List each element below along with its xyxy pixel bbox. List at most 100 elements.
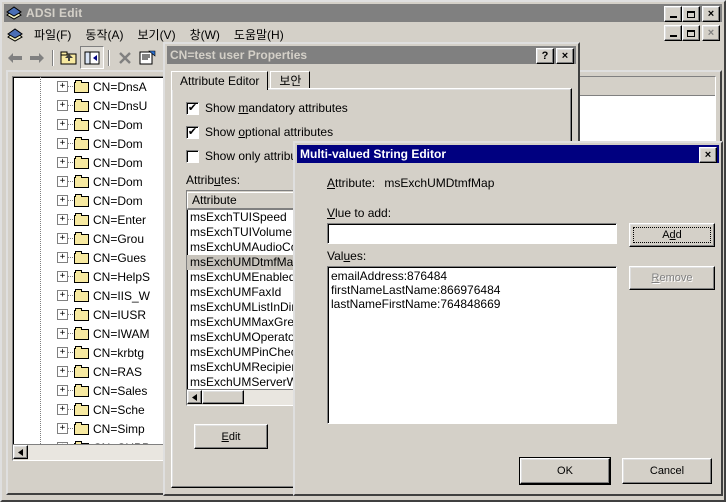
tree-item-label: CN=DnsA bbox=[93, 79, 147, 94]
tree-item[interactable]: + CN=krbtg bbox=[13, 343, 173, 362]
attribute-row[interactable]: msExchUMListInDire.. bbox=[187, 300, 307, 315]
folder-icon bbox=[74, 175, 90, 188]
tree-item[interactable]: + CN=Enter bbox=[13, 210, 173, 229]
attribute-row[interactable]: msExchUMDtmfMap bbox=[187, 255, 307, 270]
remove-button[interactable]: Remove bbox=[629, 266, 715, 290]
tree-line bbox=[68, 85, 73, 88]
tree-item[interactable]: + CN=IUSR bbox=[13, 305, 173, 324]
value-item[interactable]: emailAddress:876484 bbox=[331, 269, 613, 283]
attributes-scroll-thumb[interactable] bbox=[202, 390, 244, 404]
tree-item[interactable]: + CN=Sales bbox=[13, 381, 173, 400]
tree-item[interactable]: + CN=Dom bbox=[13, 115, 173, 134]
tree-expander-icon[interactable]: + bbox=[57, 385, 68, 396]
tree-expander-icon[interactable]: + bbox=[57, 138, 68, 149]
attribute-row[interactable]: msExchTUISpeed bbox=[187, 210, 307, 225]
tree-expander-icon[interactable]: + bbox=[57, 328, 68, 339]
tree-item[interactable]: + CN=Dom bbox=[13, 172, 173, 191]
attribute-row[interactable]: msExchUMAudioCode bbox=[187, 240, 307, 255]
tree-expander-icon[interactable]: + bbox=[57, 176, 68, 187]
mdi-minimize-button[interactable] bbox=[664, 25, 682, 41]
tree-expander-icon[interactable]: + bbox=[57, 119, 68, 130]
tree-item[interactable]: + CN=IWAM bbox=[13, 324, 173, 343]
tab-attribute-editor[interactable]: Attribute Editor bbox=[171, 71, 269, 90]
value-item[interactable]: firstNameLastName:866976484 bbox=[331, 283, 613, 297]
tree-item[interactable]: + CN=Sche bbox=[13, 400, 173, 419]
value-item[interactable]: lastNameFirstName:764848669 bbox=[331, 297, 613, 311]
checkbox-show-mandatory-attributes[interactable]: ✔ Show mandatory attributes bbox=[186, 101, 348, 115]
attribute-row[interactable]: msExchUMPinCheck. bbox=[187, 345, 307, 360]
values-listbox[interactable]: emailAddress:876484 firstNameLastName:866… bbox=[327, 266, 617, 424]
tree-expander-icon[interactable]: + bbox=[57, 271, 68, 282]
attributes-scroll-left-button[interactable] bbox=[187, 390, 202, 404]
tree-item[interactable]: + CN=Dom bbox=[13, 191, 173, 210]
attributes-listview[interactable]: Attribute msExchTUISpeed msExchTUIVolume m… bbox=[186, 190, 308, 406]
tree-expander-icon[interactable]: + bbox=[57, 290, 68, 301]
mdi-restore-button[interactable] bbox=[682, 25, 700, 41]
checkbox-optional-box[interactable]: ✔ bbox=[186, 125, 199, 139]
tree-expander-icon[interactable]: + bbox=[57, 81, 68, 92]
tree-scroll-left-button[interactable] bbox=[13, 445, 28, 459]
tree-expander-icon[interactable]: + bbox=[57, 214, 68, 225]
checkbox-mandatory-box[interactable]: ✔ bbox=[186, 101, 199, 115]
tree-item[interactable]: + CN=DnsU bbox=[13, 96, 173, 115]
delete-icon[interactable] bbox=[114, 47, 136, 68]
value-to-add-input[interactable] bbox=[327, 223, 617, 244]
tree-item[interactable]: + CN=DnsA bbox=[13, 77, 173, 96]
tree-expander-icon[interactable]: + bbox=[57, 233, 68, 244]
app-maximize-button[interactable] bbox=[682, 6, 700, 22]
attributes-horizontal-scrollbar[interactable] bbox=[187, 389, 307, 405]
add-button[interactable]: Add bbox=[629, 223, 715, 247]
attribute-row[interactable]: msExchUMMaxGreeti bbox=[187, 315, 307, 330]
properties-titlebar[interactable]: CN=test user Properties ? × bbox=[167, 46, 576, 64]
properties-icon[interactable] bbox=[136, 47, 158, 68]
tree-expander-icon[interactable]: + bbox=[57, 252, 68, 263]
checkbox-only-box[interactable] bbox=[186, 149, 199, 163]
tree-item[interactable]: + CN=RAS bbox=[13, 362, 173, 381]
properties-close-button[interactable]: × bbox=[556, 48, 574, 64]
cancel-button[interactable]: Cancel bbox=[622, 458, 712, 484]
tree-item[interactable]: + CN=Simp bbox=[13, 419, 173, 438]
attribute-row[interactable]: msExchTUIVolume bbox=[187, 225, 307, 240]
attribute-row[interactable]: msExchUMFaxId bbox=[187, 285, 307, 300]
attribute-row[interactable]: msExchUMEnabledFl. bbox=[187, 270, 307, 285]
tree-item[interactable]: + CN=Dom bbox=[13, 134, 173, 153]
tree-horizontal-scrollbar[interactable] bbox=[13, 444, 173, 460]
value-to-add-textbox[interactable] bbox=[328, 224, 616, 243]
tree-item[interactable]: + CN=Dom bbox=[13, 153, 173, 172]
attributes-column-header[interactable]: Attribute bbox=[187, 191, 307, 209]
back-icon[interactable] bbox=[4, 47, 26, 68]
menu-item-action[interactable]: 동작(A) bbox=[78, 24, 130, 45]
tree-expander-icon[interactable]: + bbox=[57, 309, 68, 320]
tree-pane[interactable]: + CN=DnsA + CN=DnsU + CN=Dom + CN=Dom + CN=Dom + CN… bbox=[12, 76, 174, 461]
tree-expander-icon[interactable]: + bbox=[57, 347, 68, 358]
menu-item-file[interactable]: 파일(F) bbox=[27, 24, 78, 45]
ok-button[interactable]: OK bbox=[520, 458, 610, 484]
checkbox-show-optional-attributes[interactable]: ✔ Show optional attributes bbox=[186, 125, 333, 139]
tree-expander-icon[interactable]: + bbox=[57, 366, 68, 377]
tab-security[interactable]: 보안 bbox=[270, 71, 311, 89]
tree-item[interactable]: + CN=HelpS bbox=[13, 267, 173, 286]
attribute-row[interactable]: msExchUMServerWri. bbox=[187, 375, 307, 390]
tree-item[interactable]: + CN=IIS_W bbox=[13, 286, 173, 305]
string-editor-close-button[interactable]: × bbox=[699, 147, 717, 163]
string-editor-titlebar[interactable]: Multi-valued String Editor × bbox=[297, 145, 719, 163]
tree-expander-icon[interactable]: + bbox=[57, 157, 68, 168]
app-minimize-button[interactable] bbox=[664, 6, 682, 22]
app-close-button[interactable]: × bbox=[702, 6, 720, 22]
app-titlebar[interactable]: ADSI Edit × bbox=[4, 4, 722, 22]
tree-expander-icon[interactable]: + bbox=[57, 404, 68, 415]
attribute-row[interactable]: msExchUMRecipient. bbox=[187, 360, 307, 375]
forward-icon[interactable] bbox=[26, 47, 48, 68]
up-one-level-icon[interactable] bbox=[58, 47, 80, 68]
attribute-row[interactable]: msExchUMOperatorN bbox=[187, 330, 307, 345]
tree-expander-icon[interactable]: + bbox=[57, 100, 68, 111]
tree-scroll-trough[interactable] bbox=[28, 445, 173, 460]
tree-item[interactable]: + CN=Grou bbox=[13, 229, 173, 248]
tree-item[interactable]: + CN=Gues bbox=[13, 248, 173, 267]
properties-help-button[interactable]: ? bbox=[536, 48, 554, 64]
tree-expander-icon[interactable]: + bbox=[57, 423, 68, 434]
edit-button[interactable]: Edit bbox=[194, 424, 268, 449]
tree-expander-icon[interactable]: + bbox=[57, 195, 68, 206]
mdi-close-button[interactable]: × bbox=[702, 25, 720, 41]
show-hide-tree-icon[interactable] bbox=[80, 46, 104, 69]
